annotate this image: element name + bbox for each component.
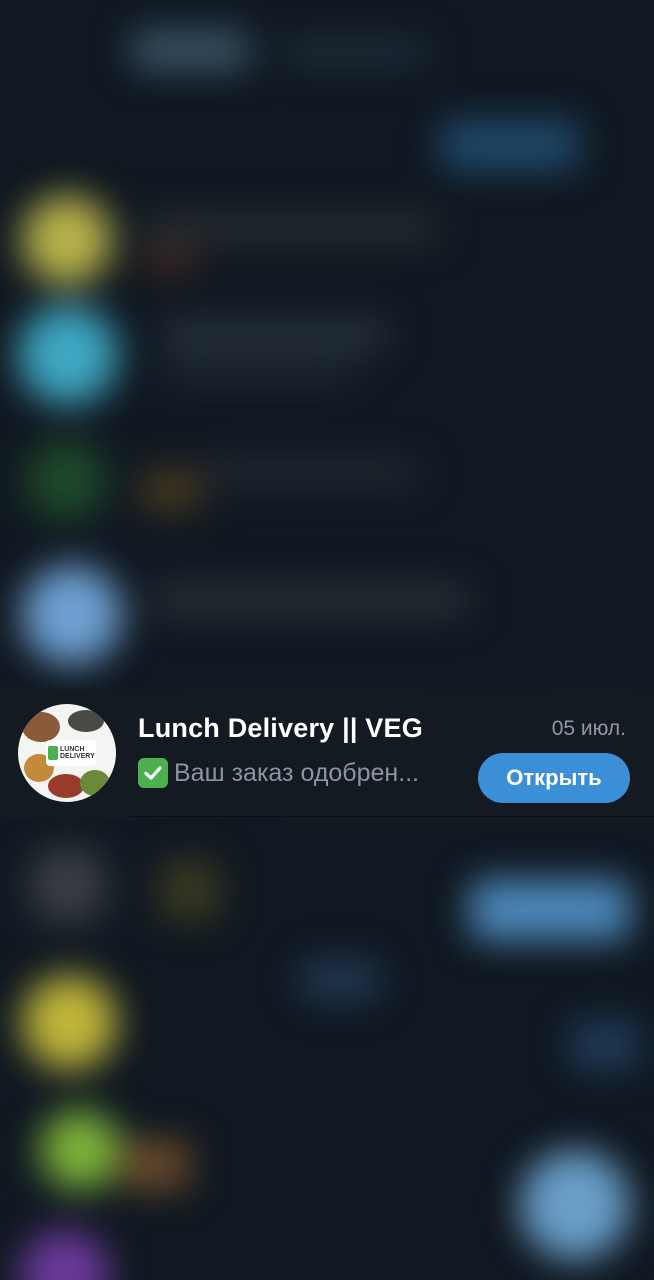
- food-image: [48, 774, 84, 798]
- blurred-avatar-cyan: [18, 305, 118, 405]
- blurred-text: [150, 585, 470, 615]
- blurred-text: [140, 215, 440, 241]
- blurred-chat-list: [0, 0, 654, 1280]
- blurred-text: [120, 1140, 190, 1190]
- blurred-text: [140, 470, 200, 510]
- blurred-avatar-purple: [20, 1230, 110, 1280]
- food-image: [80, 770, 110, 796]
- lunch-delivery-logo: LUNCH DELIVERY: [46, 740, 96, 766]
- message-preview: Ваш заказ одобрен...: [138, 758, 464, 788]
- logo-line-1: LUNCH: [60, 746, 85, 753]
- avatar[interactable]: LUNCH DELIVERY: [18, 704, 116, 802]
- chat-row-lunch-delivery[interactable]: LUNCH DELIVERY Lunch Delivery || VEG 05 …: [0, 700, 654, 817]
- message-preview-text: Ваш заказ одобрен...: [174, 758, 420, 787]
- blurred-avatar-yellow-2: [22, 975, 117, 1070]
- chat-title: Lunch Delivery || VEG: [138, 713, 423, 743]
- blurred-text: [160, 360, 360, 382]
- divider: [130, 816, 654, 817]
- food-image: [68, 710, 104, 732]
- blurred-header-text: [280, 40, 430, 64]
- blurred-text: [160, 320, 390, 348]
- food-image: [22, 712, 60, 742]
- blurred-top-button: [440, 120, 580, 170]
- blurred-avatar-lightblue: [520, 1150, 630, 1260]
- blurred-text: [140, 250, 200, 272]
- blurred-avatar-lime: [40, 1110, 120, 1190]
- open-button[interactable]: Открыть: [478, 753, 630, 803]
- chat-date: 05 июл.: [551, 717, 626, 740]
- blurred-text: [200, 460, 420, 486]
- blurred-text: [570, 1020, 640, 1070]
- logo-text-block: LUNCH DELIVERY: [60, 746, 95, 760]
- logo-line-2: DELIVERY: [60, 753, 95, 760]
- blurred-header: [130, 30, 250, 70]
- blurred-blue-pill: [470, 880, 630, 940]
- blurred-avatar-yellow: [22, 195, 112, 285]
- bag-icon: [48, 746, 58, 760]
- screen: LUNCH DELIVERY Lunch Delivery || VEG 05 …: [0, 0, 654, 1280]
- check-mark-icon: [138, 758, 168, 788]
- blurred-text: [300, 960, 380, 1000]
- blurred-text: [160, 860, 220, 920]
- blurred-avatar-green: [26, 440, 106, 520]
- blurred-avatar-blue: [22, 565, 122, 665]
- blurred-avatar-gray: [28, 845, 108, 925]
